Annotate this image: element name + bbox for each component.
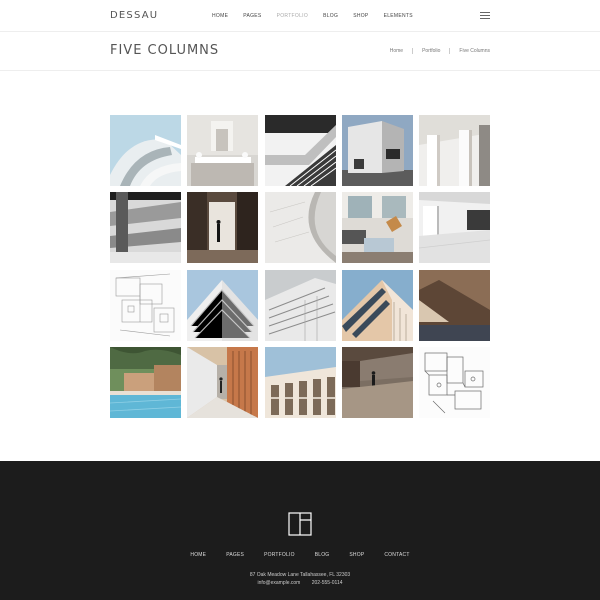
portfolio-item-angled-glass-building[interactable] <box>341 269 413 341</box>
footer-nav-portfolio[interactable]: PORTFOLIO <box>264 552 295 558</box>
portfolio-item-white-interior-hall[interactable] <box>419 192 490 264</box>
portfolio-item-concrete-curve-abstract[interactable] <box>264 192 336 264</box>
portfolio-item-white-curved-building[interactable] <box>110 115 181 186</box>
portfolio-item-brown-wall-shadow[interactable] <box>419 269 490 341</box>
breadcrumb-portfolio[interactable]: Portfolio <box>422 48 440 54</box>
footer-nav-contact[interactable]: CONTACT <box>384 552 409 558</box>
nav-item-blog[interactable]: BLOG <box>323 13 338 19</box>
portfolio-item-doorway-silhouette[interactable] <box>187 192 259 264</box>
nav-item-portfolio[interactable]: PORTFOLIO <box>277 13 309 19</box>
breadcrumb-current: Five Columns <box>459 48 490 54</box>
main-nav: HOME PAGES PORTFOLIO BLOG SHOP ELEMENTS <box>212 13 428 19</box>
portfolio-item-white-interior-table[interactable] <box>187 115 259 186</box>
portfolio-item-corridor-person[interactable] <box>187 346 259 418</box>
footer-nav: HOME PAGES PORTFOLIO BLOG SHOP CONTACT <box>0 552 600 558</box>
footer-email[interactable]: info@example.com <box>257 580 300 586</box>
footer-nav-home[interactable]: HOME <box>190 552 206 558</box>
nav-item-shop[interactable]: SHOP <box>353 13 368 19</box>
hamburger-menu-icon[interactable] <box>480 12 490 20</box>
title-bar: FIVE COLUMNS Home Portfolio Five Columns <box>0 32 600 71</box>
portfolio-item-grey-concrete-balconies[interactable] <box>110 192 181 264</box>
square-logo-icon[interactable] <box>288 512 312 536</box>
site-logo[interactable]: DESSAU <box>110 10 158 21</box>
site-header: DESSAU HOME PAGES PORTFOLIO BLOG SHOP EL… <box>0 0 600 32</box>
portfolio-grid <box>110 115 490 418</box>
footer-contact: info@example.com 202-555-0114 <box>0 580 600 586</box>
portfolio-item-modern-living-room[interactable] <box>341 192 413 264</box>
portfolio-item-floor-plan-drawing[interactable] <box>419 346 490 418</box>
portfolio-item-floor-plan-sketch[interactable] <box>110 269 181 341</box>
site-footer: HOME PAGES PORTFOLIO BLOG SHOP CONTACT 8… <box>0 461 600 600</box>
footer-address: 87 Oak Meadow Lane Tallahassee, FL 32303 <box>249 572 351 578</box>
footer-nav-pages[interactable]: PAGES <box>226 552 244 558</box>
breadcrumb: Home Portfolio Five Columns <box>390 48 490 54</box>
nav-item-home[interactable]: HOME <box>212 13 228 19</box>
footer-nav-blog[interactable]: BLOG <box>315 552 330 558</box>
portfolio-item-black-white-staircase[interactable] <box>264 115 336 186</box>
breadcrumb-separator <box>449 48 451 54</box>
footer-nav-shop[interactable]: SHOP <box>349 552 364 558</box>
breadcrumb-home[interactable]: Home <box>390 48 403 54</box>
portfolio-item-white-cube-building[interactable] <box>341 115 413 186</box>
breadcrumb-separator <box>412 48 414 54</box>
nav-item-pages[interactable]: PAGES <box>243 13 261 19</box>
nav-item-elements[interactable]: ELEMENTS <box>384 13 413 19</box>
portfolio-item-pool-building-trees[interactable] <box>110 346 181 418</box>
portfolio-item-plaza-person-walking[interactable] <box>341 346 413 418</box>
footer-phone[interactable]: 202-555-0114 <box>312 580 343 586</box>
portfolio-item-building-facade-windows[interactable] <box>264 346 336 418</box>
portfolio-item-white-interior-columns[interactable] <box>419 115 490 186</box>
portfolio-item-stepped-white-tower[interactable] <box>187 269 259 341</box>
portfolio-item-white-facade-louvers[interactable] <box>264 269 336 341</box>
page-title: FIVE COLUMNS <box>110 43 220 58</box>
